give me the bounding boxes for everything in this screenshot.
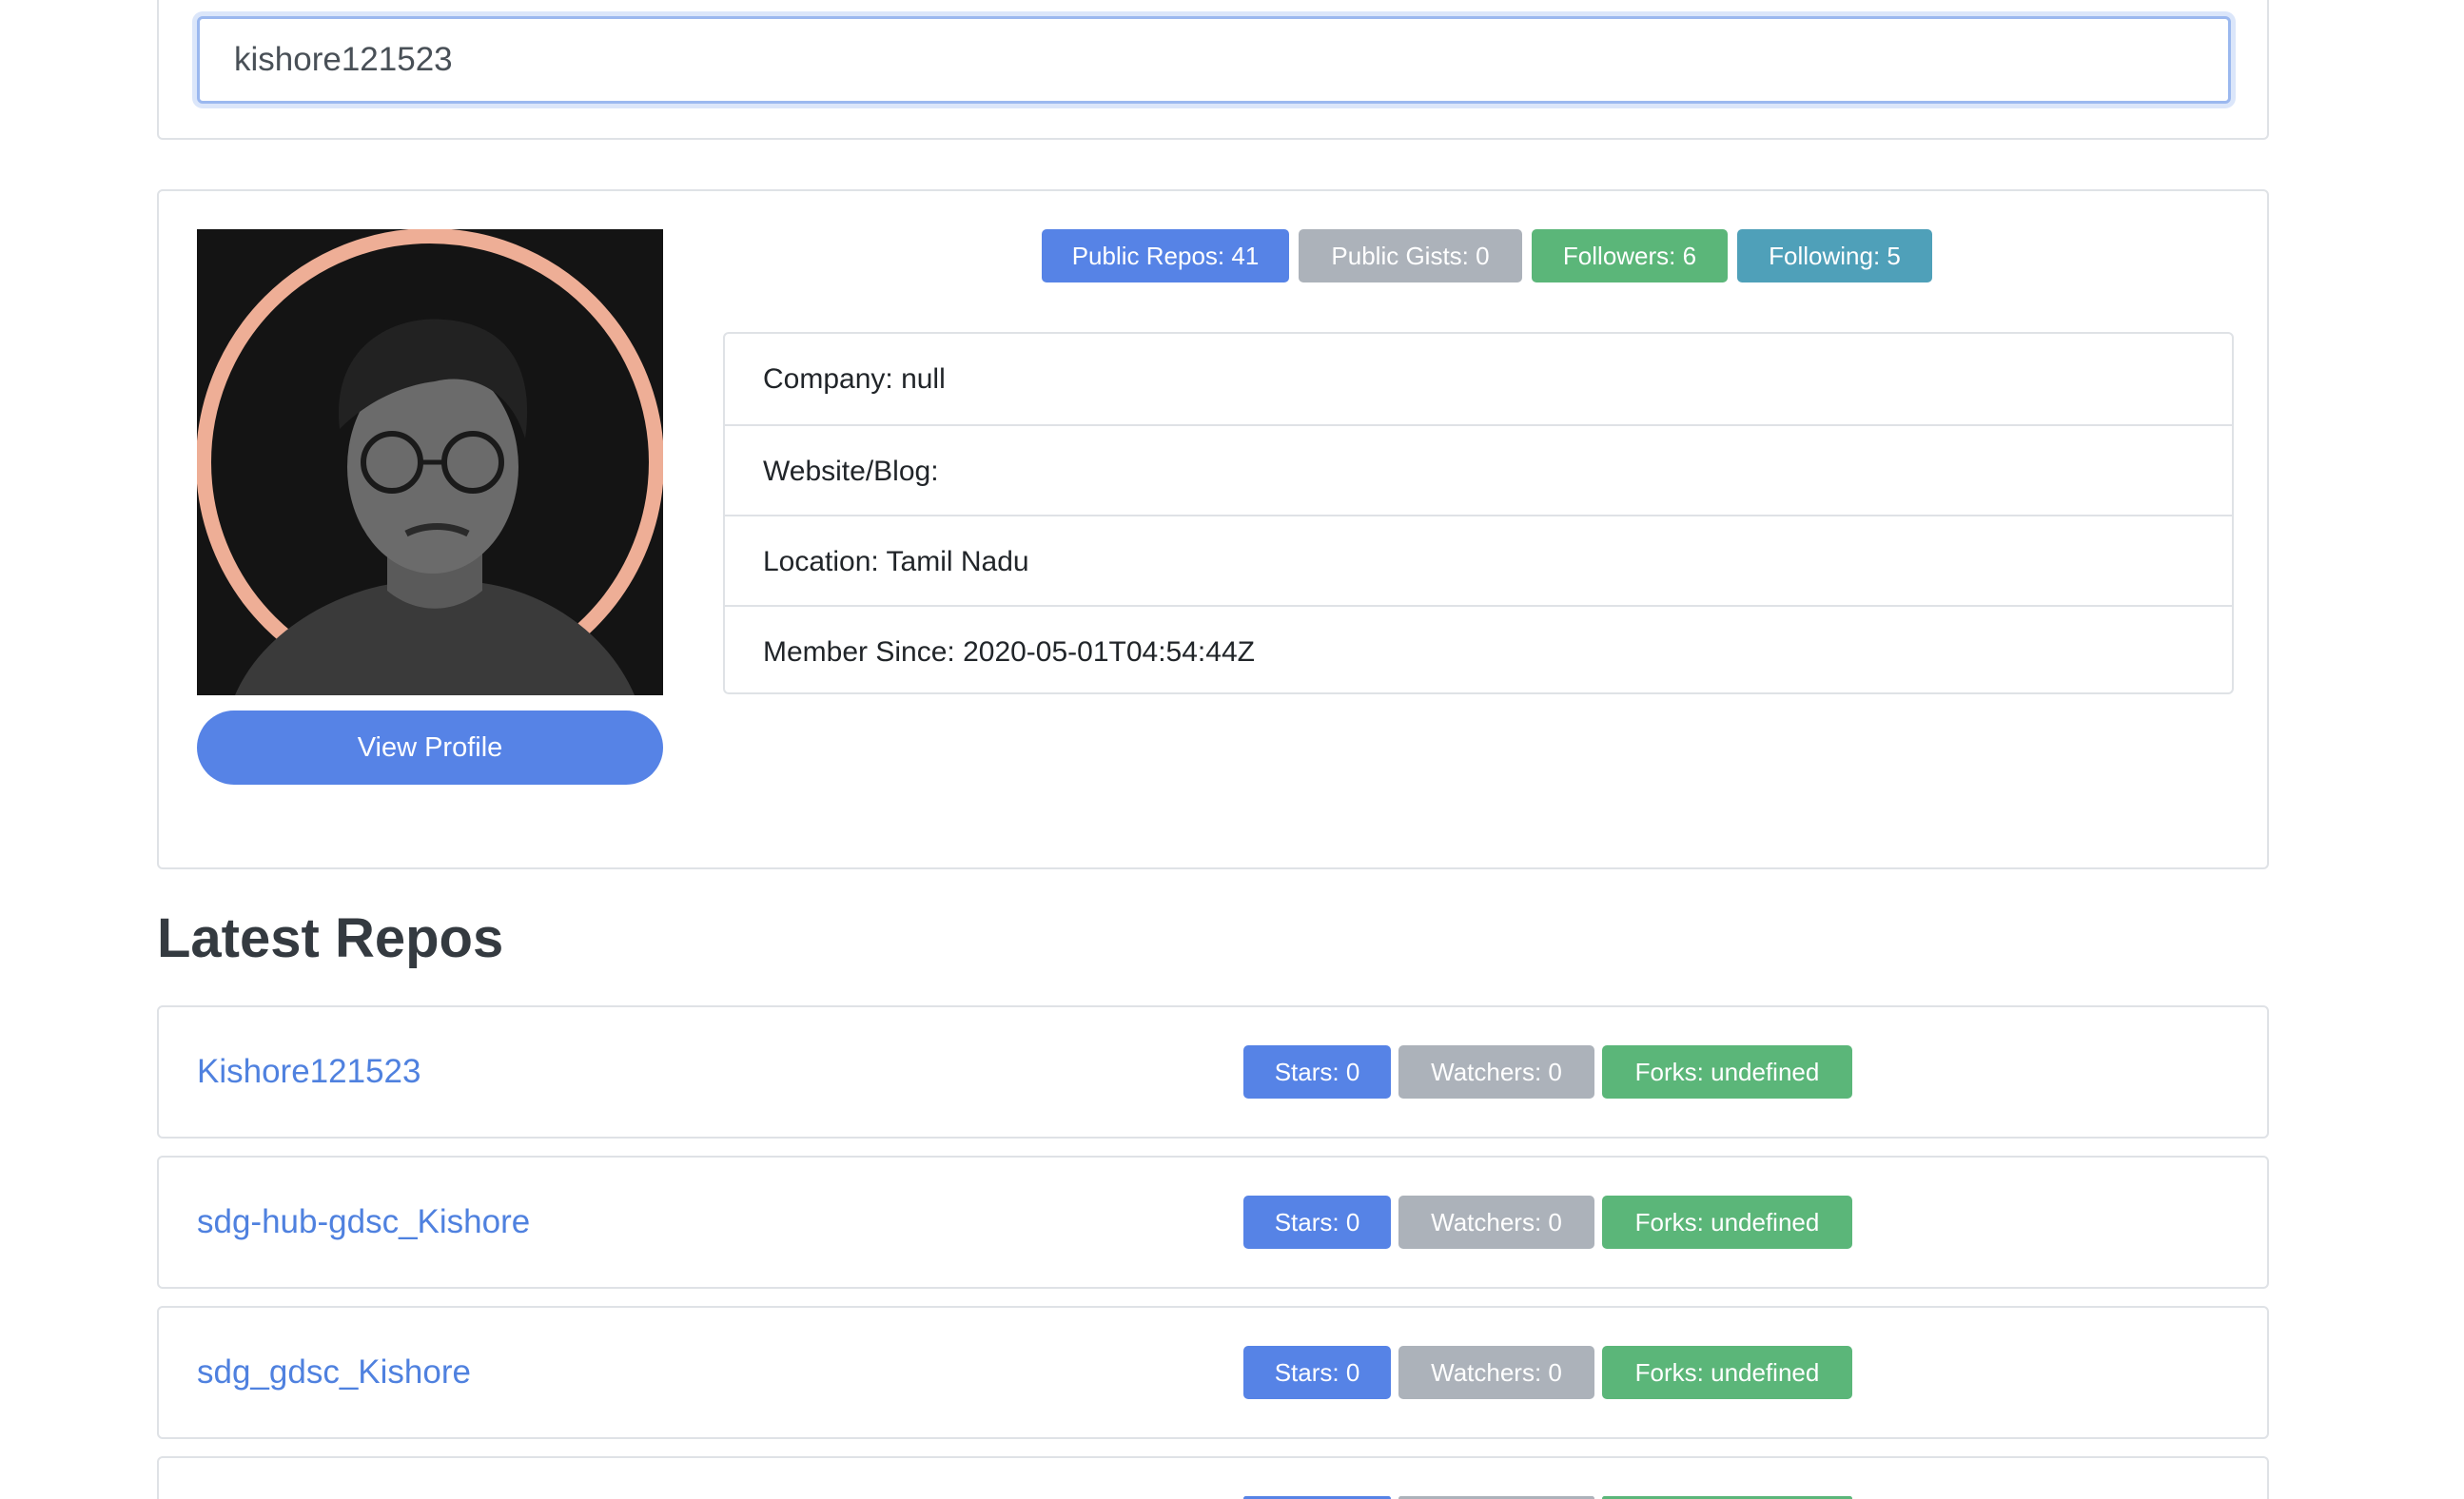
profile-stats: Public Repos: 41 Public Gists: 0 Followe… xyxy=(159,229,2271,282)
repo-forks-badge: Forks: undefined xyxy=(1602,1045,1852,1099)
public-repos-badge: Public Repos: 41 xyxy=(1042,229,1289,282)
company-item: Company: null xyxy=(763,363,946,395)
repo-watchers-badge: Watchers: 0 xyxy=(1398,1045,1594,1099)
public-gists-badge: Public Gists: 0 xyxy=(1299,229,1522,282)
view-profile-button[interactable]: View Profile xyxy=(197,711,663,785)
latest-repos-heading: Latest Repos xyxy=(157,907,504,969)
member-since-item: Member Since: 2020-05-01T04:54:44Z xyxy=(725,605,2232,695)
avatar xyxy=(197,229,663,695)
repo-card: sdg_gdsc_Kishore Stars: 0 Watchers: 0 Fo… xyxy=(157,1306,2269,1439)
repo-card: Kishore121523 Stars: 0 Watchers: 0 Forks… xyxy=(157,1005,2269,1139)
repo-link[interactable]: sdg-hub-gdsc_Kishore xyxy=(197,1158,530,1291)
following-badge: Following: 5 xyxy=(1737,229,1932,282)
repo-link[interactable]: Kishore121523 xyxy=(197,1007,420,1140)
repo-stars-badge: Stars: 0 xyxy=(1243,1045,1391,1099)
repo-stars-badge: Stars: 0 xyxy=(1243,1346,1391,1399)
repo-link[interactable]: sdg_gdsc_Kishore xyxy=(197,1308,471,1441)
avatar-image xyxy=(197,229,663,695)
repo-stars-badge: Stars: 0 xyxy=(1243,1196,1391,1249)
repo-watchers-badge: Watchers: 0 xyxy=(1398,1196,1594,1249)
repo-card-partial xyxy=(157,1456,2269,1499)
repo-watchers-badge: Watchers: 0 xyxy=(1398,1346,1594,1399)
profile-info-list: Company: null Website/Blog: Location: Ta… xyxy=(723,332,2234,694)
website-item: Website/Blog: xyxy=(725,424,2232,515)
github-finder-page: View Profile Public Repos: 41 Public Gis… xyxy=(0,0,2464,1499)
repo-card: sdg-hub-gdsc_Kishore Stars: 0 Watchers: … xyxy=(157,1156,2269,1289)
repo-forks-badge: Forks: undefined xyxy=(1602,1346,1852,1399)
repo-forks-badge: Forks: undefined xyxy=(1602,1196,1852,1249)
profile-card: View Profile Public Repos: 41 Public Gis… xyxy=(157,189,2269,869)
search-input[interactable] xyxy=(197,16,2231,104)
location-item: Location: Tamil Nadu xyxy=(725,515,2232,605)
search-card xyxy=(157,0,2269,140)
followers-badge: Followers: 6 xyxy=(1532,229,1728,282)
